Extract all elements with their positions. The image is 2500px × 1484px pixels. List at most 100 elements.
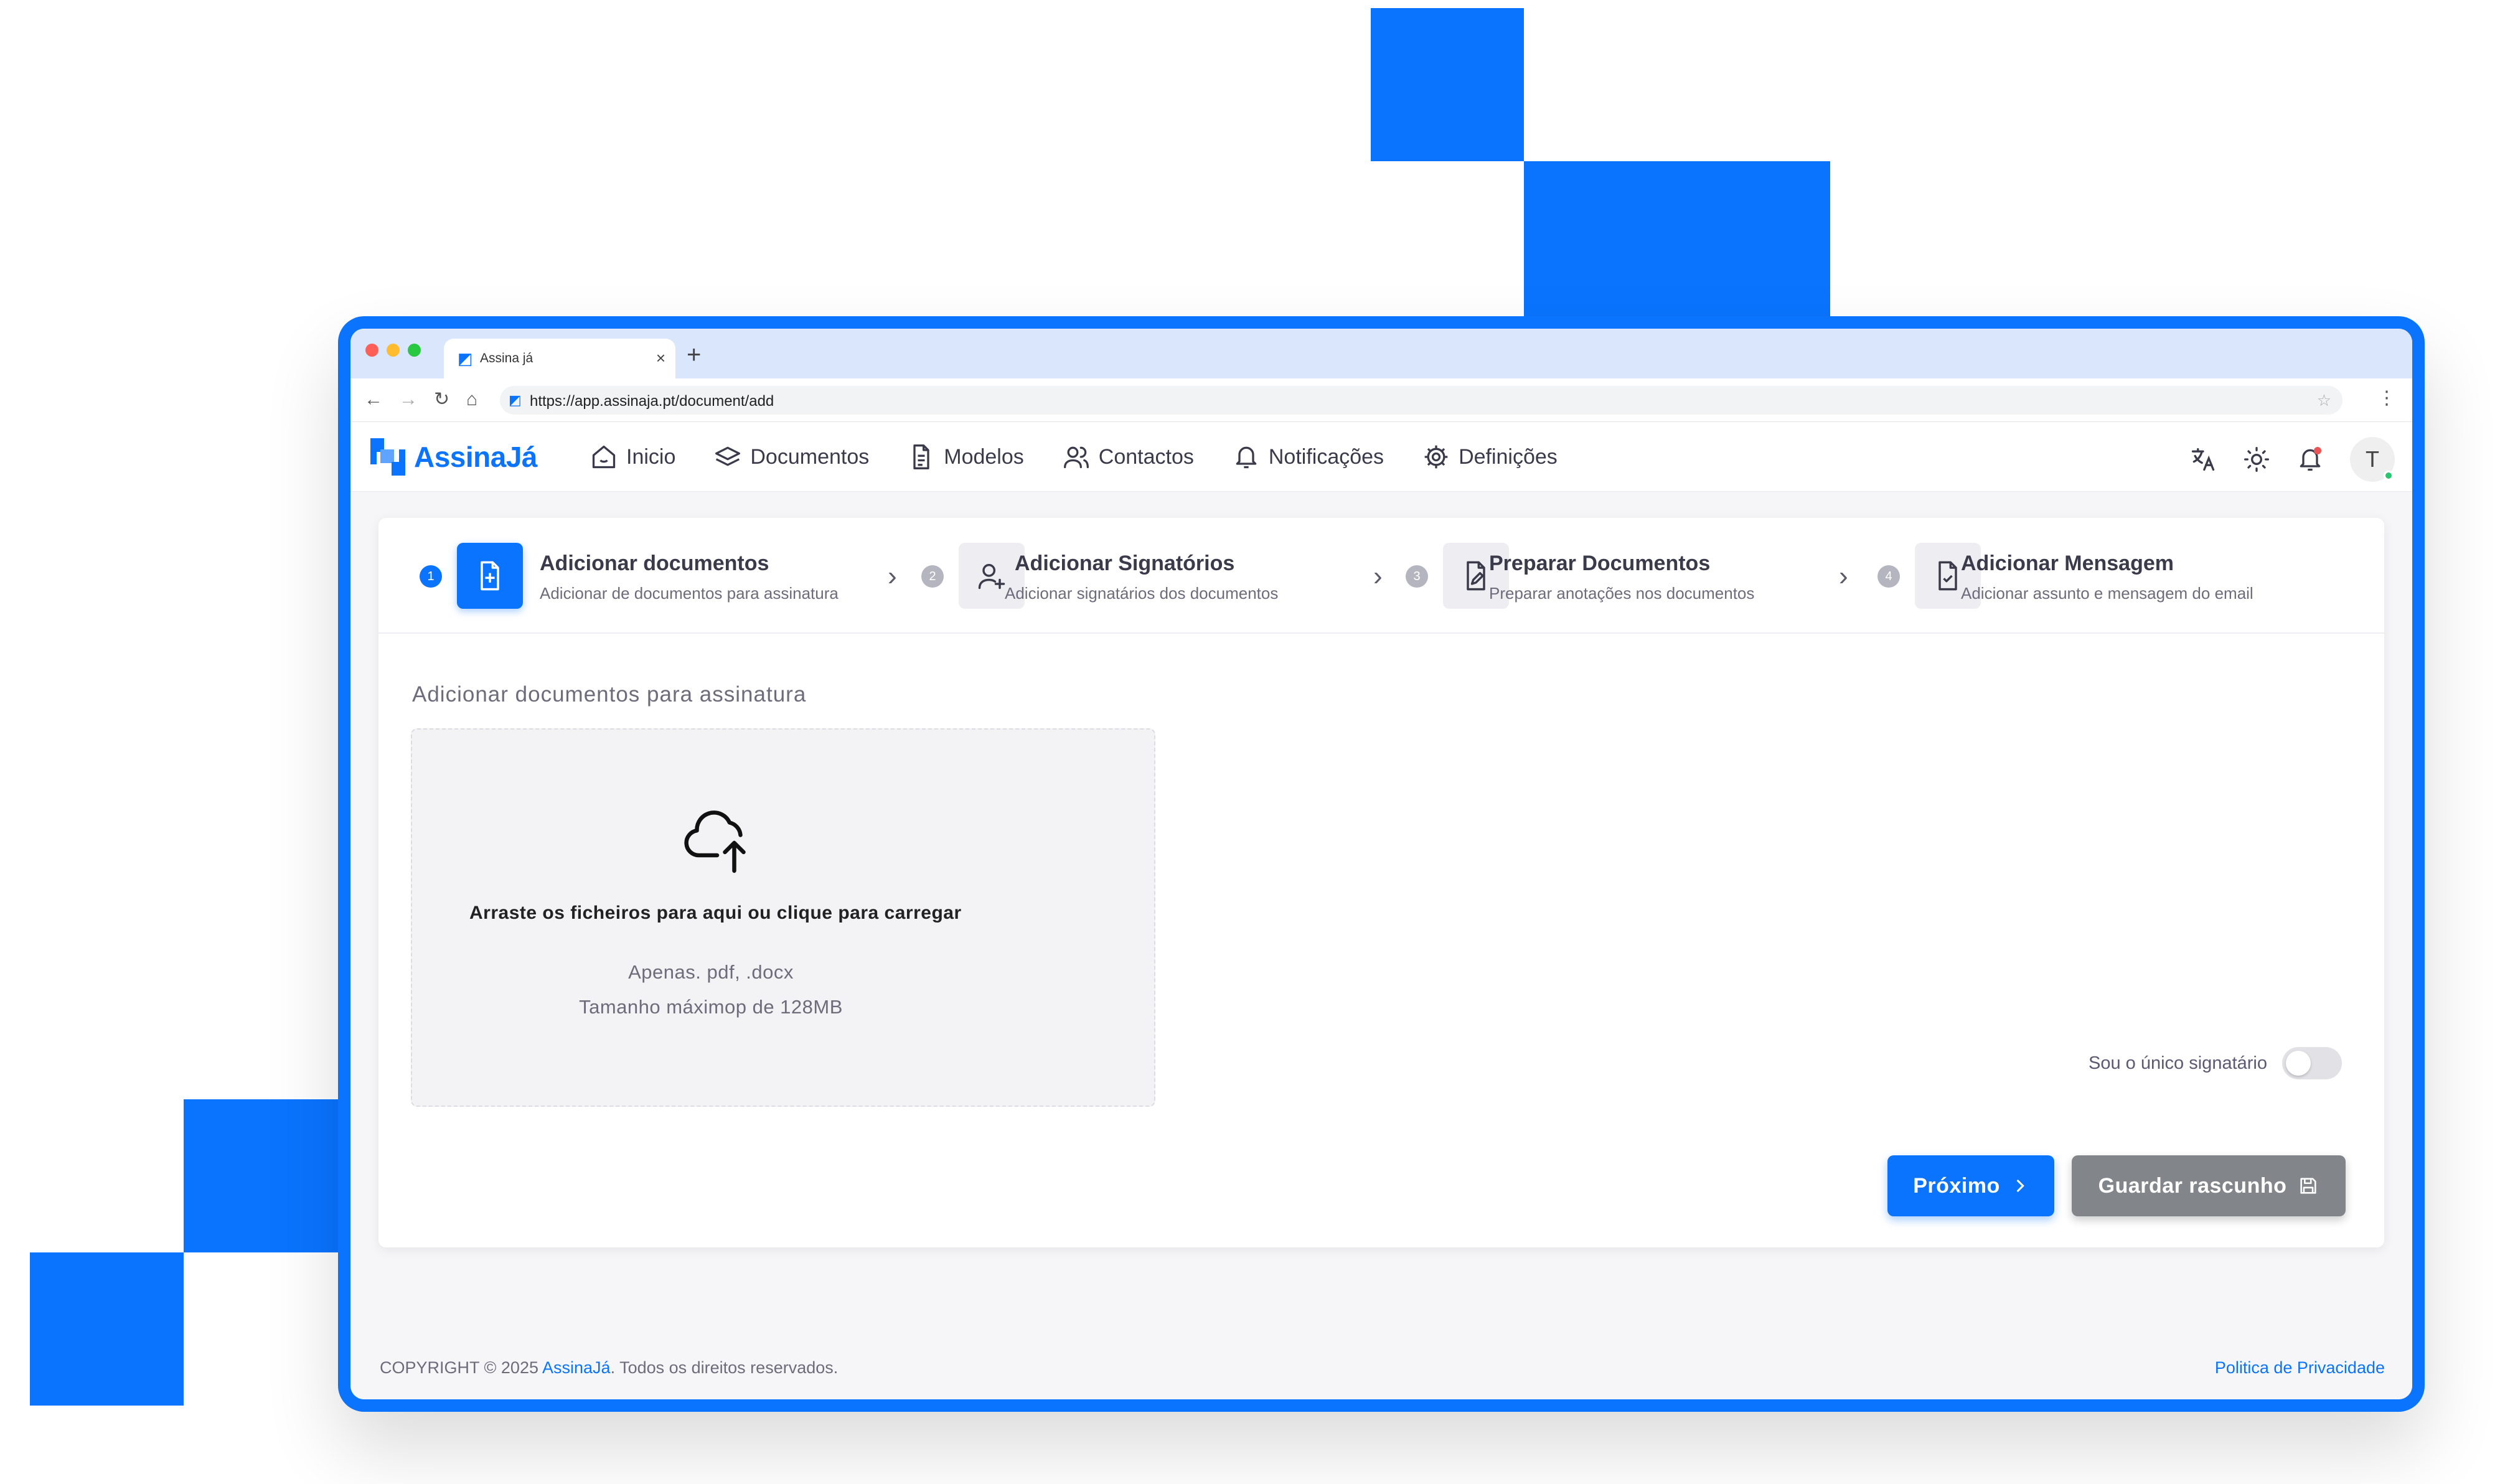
maximize-window-dot[interactable] [408, 344, 421, 357]
step-number: 1 [420, 565, 442, 588]
step-title: Adicionar Signatórios [1015, 552, 1235, 575]
close-window-dot[interactable] [365, 344, 378, 357]
chevron-right-icon [2016, 1180, 2024, 1192]
site-icon: ◩ [509, 392, 522, 408]
nav-item-label: Notificações [1268, 444, 1384, 469]
forward-icon[interactable]: → [399, 388, 418, 411]
sun-icon[interactable] [2243, 446, 2270, 473]
browser-titlebar: ◩ Assina já × + [350, 329, 2412, 378]
nav-item-modelos[interactable]: Modelos [908, 439, 1024, 474]
decor-square [184, 1099, 345, 1252]
file-text-icon [913, 444, 929, 469]
save-icon [2300, 1178, 2316, 1194]
chevron-right-icon: › [1373, 561, 1383, 591]
navbar-actions: T [2189, 437, 2395, 482]
dropzone-title: Arraste os ficheiros para aqui ou clique… [469, 903, 962, 923]
brand-name: AssinaJá [414, 441, 538, 473]
home-icon [592, 445, 616, 469]
tab-close-icon[interactable]: × [656, 349, 665, 368]
step-number: 2 [921, 565, 944, 588]
nav-item-documentos[interactable]: Documentos [714, 439, 869, 474]
online-status-dot [2384, 471, 2394, 481]
main-nav: Inicio Documentos Modelos Contactos Noti… [590, 439, 1558, 474]
file-plus-icon [481, 561, 499, 591]
toggle-knob [2286, 1051, 2311, 1076]
browser-tab[interactable]: ◩ Assina já × [444, 339, 675, 378]
step-subtitle: Adicionar signatários dos documentos [1005, 584, 1279, 603]
notifications-bell-icon[interactable] [2296, 446, 2324, 473]
url-text: https://app.assinaja.pt/document/add [530, 393, 774, 410]
brand-logo[interactable]: AssinaJá [370, 437, 538, 477]
home-icon[interactable]: ⌂ [466, 388, 477, 411]
favicon-icon: ◩ [458, 349, 473, 368]
app-navbar: AssinaJá Inicio Documentos Modelos Conta… [350, 422, 2412, 492]
copyright-suffix: . Todos os direitos reservados. [610, 1358, 839, 1377]
bell-icon [1236, 446, 1257, 469]
chevron-right-icon: › [1839, 561, 1848, 591]
user-plus-icon [978, 563, 1005, 589]
nav-item-notificacoes[interactable]: Notificações [1233, 439, 1384, 474]
browser-frame: ◩ Assina já × + ← → ↻ ⌂ ◩ https://app.as… [338, 316, 2425, 1412]
step-subtitle: Adicionar assunto e mensagem do email [1961, 584, 2253, 603]
nav-item-inicio[interactable]: Inicio [590, 439, 675, 474]
step-number: 3 [1406, 565, 1428, 588]
next-button[interactable]: Próximo [1887, 1155, 2054, 1216]
nav-item-label: Contactos [1098, 444, 1194, 469]
nav-item-label: Definições [1459, 444, 1558, 469]
next-button-label: Próximo [1913, 1173, 2000, 1198]
minimize-window-dot[interactable] [387, 344, 400, 357]
toggle-label: Sou o único signatário [2089, 1053, 2267, 1073]
step-subtitle: Preparar anotações nos documentos [1489, 584, 1755, 603]
page: ◩ Assina já × + ← → ↻ ⌂ ◩ https://app.as… [0, 0, 2500, 1484]
file-edit-icon [1467, 561, 1485, 591]
avatar-initial: T [2366, 446, 2379, 472]
cloud-upload-icon [684, 810, 746, 873]
step-number: 4 [1877, 565, 1900, 588]
nav-item-label: Modelos [944, 444, 1024, 469]
avatar[interactable]: T [2350, 437, 2395, 482]
step-title: Adicionar documentos [540, 552, 769, 575]
step-icon-box [457, 543, 523, 609]
browser-window: ◩ Assina já × + ← → ↻ ⌂ ◩ https://app.as… [350, 329, 2412, 1399]
stepper: 1 Adicionar documentos Adicionar de docu… [378, 518, 2384, 634]
file-check-icon [1938, 561, 1957, 591]
reload-icon[interactable]: ↻ [434, 388, 449, 411]
url-field[interactable]: ◩ https://app.assinaja.pt/document/add ☆ [500, 386, 2343, 415]
save-draft-button-label: Guardar rascunho [2098, 1173, 2287, 1198]
file-dropzone[interactable]: Arraste os ficheiros para aqui ou clique… [411, 728, 1155, 1107]
step-title: Adicionar Mensagem [1961, 552, 2174, 575]
users-icon [1063, 446, 1089, 469]
nav-item-contactos[interactable]: Contactos [1063, 439, 1194, 474]
translate-icon[interactable] [2189, 446, 2217, 473]
chevron-right-icon: › [888, 561, 897, 591]
menu-kebab-icon[interactable]: ⋮ [2377, 387, 2396, 409]
nav-item-label: Inicio [626, 444, 676, 469]
page-content: 1 Adicionar documentos Adicionar de docu… [350, 492, 2412, 1399]
tab-title: Assina já [480, 351, 533, 365]
wizard-card: 1 Adicionar documentos Adicionar de docu… [378, 518, 2384, 1247]
sole-signer-toggle[interactable] [2282, 1047, 2342, 1079]
step-subtitle: Adicionar de documentos para assinatura [540, 584, 839, 603]
decor-square [1524, 161, 1830, 324]
section-title: Adicionar documentos para assinatura [412, 682, 807, 707]
back-icon[interactable]: ← [364, 388, 383, 411]
brand-logo-icon [370, 438, 405, 476]
footer-copyright: COPYRIGHT © 2025 AssinaJá. Todos os dire… [380, 1358, 838, 1378]
gear-icon [1424, 445, 1448, 469]
footer-brand-link[interactable]: AssinaJá [542, 1358, 611, 1377]
decor-square [1371, 8, 1524, 161]
dropzone-max-size: Tamanho máximop de 128MB [579, 996, 843, 1018]
address-bar: ← → ↻ ⌂ ◩ https://app.assinaja.pt/docume… [350, 378, 2412, 422]
nav-item-definicoes[interactable]: Definições [1422, 439, 1558, 474]
save-draft-button[interactable]: Guardar rascunho [2072, 1155, 2346, 1216]
nav-item-label: Documentos [750, 444, 870, 469]
step-title: Preparar Documentos [1489, 552, 1711, 575]
privacy-policy-link[interactable]: Politica de Privacidade [2215, 1358, 2385, 1378]
notification-dot [2314, 447, 2321, 454]
decor-square [30, 1252, 184, 1406]
new-tab-icon[interactable]: + [687, 340, 701, 370]
dropzone-allowed-types: Apenas. pdf, .docx [628, 961, 794, 983]
bookmark-star-icon[interactable]: ☆ [2317, 391, 2331, 410]
copyright-prefix: COPYRIGHT © 2025 [380, 1358, 542, 1377]
sole-signer-toggle-row: Sou o único signatário [2089, 1047, 2342, 1079]
